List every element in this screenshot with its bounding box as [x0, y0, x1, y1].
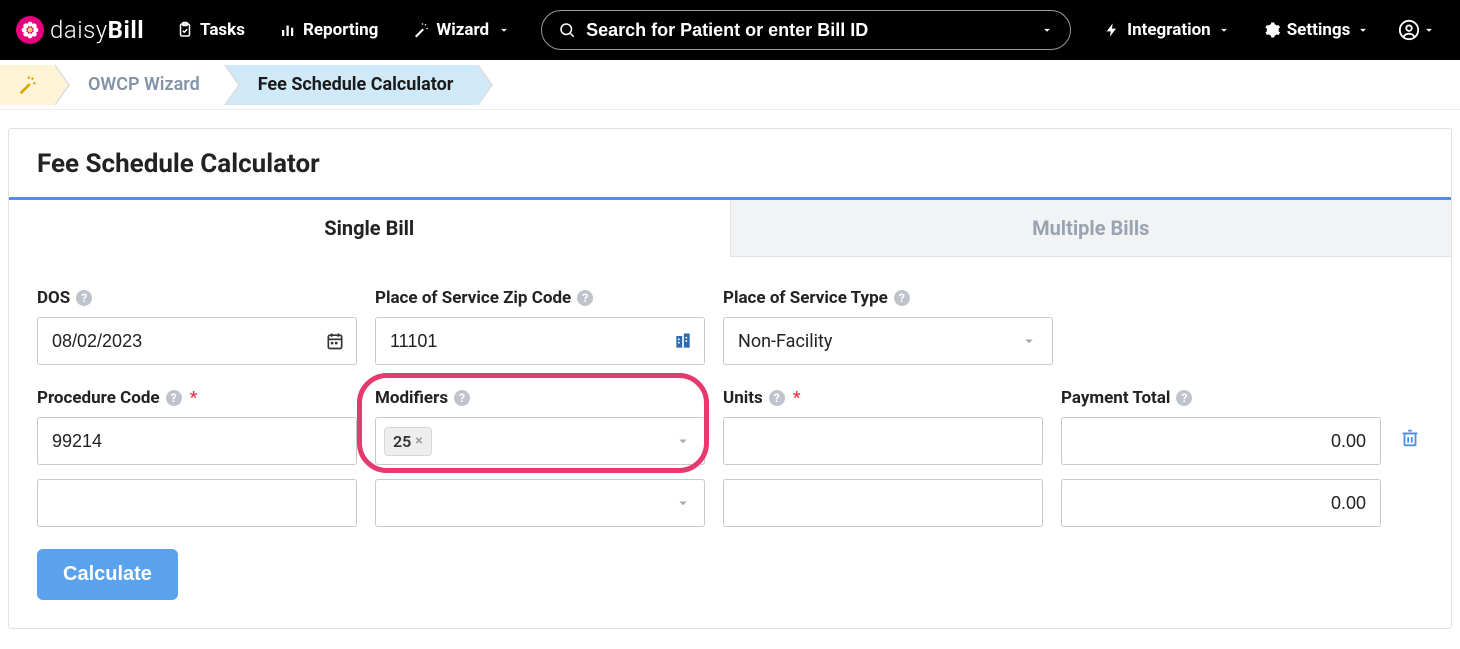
building-icon[interactable]	[673, 331, 693, 351]
chevron-down-icon	[674, 494, 692, 512]
required-mark: *	[190, 388, 198, 408]
nav-tasks-label: Tasks	[200, 20, 245, 40]
chevron-down-icon	[674, 432, 692, 450]
gear-icon	[1263, 21, 1281, 39]
help-icon[interactable]: ?	[577, 290, 593, 306]
units-input[interactable]	[723, 417, 1043, 465]
search-input-wrap[interactable]	[541, 10, 1071, 50]
search-input[interactable]	[586, 20, 1030, 41]
label-modifiers: Modifiers ?	[375, 387, 705, 409]
units-input[interactable]	[723, 479, 1043, 527]
payment-total-input[interactable]	[1061, 417, 1381, 465]
nav-wizard[interactable]: Wizard	[400, 12, 525, 48]
chevron-down-icon	[495, 21, 513, 39]
search-icon	[558, 21, 576, 39]
help-icon[interactable]: ?	[166, 390, 182, 406]
nav-integration[interactable]: Integration	[1091, 12, 1243, 48]
label-dos: DOS ?	[37, 287, 357, 309]
help-icon[interactable]: ?	[454, 390, 470, 406]
breadcrumb-owcp-wizard[interactable]: OWCP Wizard	[54, 65, 224, 105]
nav-reporting-label: Reporting	[303, 20, 378, 40]
procedure-code-input[interactable]	[37, 479, 357, 527]
chevron-down-icon	[1356, 23, 1370, 37]
calendar-icon[interactable]	[325, 331, 345, 351]
procedure-code-input[interactable]	[37, 417, 357, 465]
breadcrumb-fee-calculator[interactable]: Fee Schedule Calculator	[224, 65, 478, 105]
brand-text: daisyBill	[50, 16, 144, 44]
pos-type-value: Non-Facility	[738, 331, 832, 352]
top-nav: daisyBill Tasks Reporting Wizard	[0, 0, 1460, 60]
breadcrumb-wizard-icon[interactable]	[0, 65, 54, 105]
nav-right: Integration Settings	[1091, 12, 1444, 48]
calculate-button[interactable]: Calculate	[37, 549, 178, 600]
chevron-down-icon[interactable]	[1040, 23, 1054, 37]
nav-wizard-label: Wizard	[436, 20, 489, 40]
clipboard-icon	[176, 21, 194, 39]
page-title: Fee Schedule Calculator	[9, 129, 1451, 197]
modifiers-select[interactable]	[375, 479, 705, 527]
label-pos-type: Place of Service Type ?	[723, 287, 1053, 309]
label-payment-total: Payment Total ?	[1061, 387, 1381, 409]
form-area: DOS ? Place of Service Zip Code ?	[9, 257, 1451, 628]
tab-single-bill[interactable]: Single Bill	[9, 200, 730, 257]
breadcrumb: OWCP Wizard Fee Schedule Calculator	[0, 60, 1460, 110]
fee-calculator-card: Fee Schedule Calculator Single Bill Mult…	[8, 128, 1452, 629]
label-units: Units ? *	[723, 387, 1043, 409]
bolt-icon	[1103, 21, 1121, 39]
user-icon	[1398, 19, 1420, 41]
breadcrumb-label: OWCP Wizard	[88, 74, 200, 95]
help-icon[interactable]: ?	[769, 390, 785, 406]
modifier-tag-label: 25	[393, 432, 411, 451]
pos-type-select[interactable]: Non-Facility	[723, 317, 1053, 365]
nav-settings[interactable]: Settings	[1251, 12, 1383, 48]
tab-multiple-bills[interactable]: Multiple Bills	[730, 200, 1452, 257]
tabs: Single Bill Multiple Bills	[9, 197, 1451, 257]
nav-integration-label: Integration	[1127, 20, 1211, 40]
delete-row-button[interactable]	[1399, 427, 1423, 449]
account-menu[interactable]	[1390, 13, 1444, 47]
nav-tasks[interactable]: Tasks	[164, 12, 257, 48]
dos-input[interactable]	[37, 317, 357, 365]
chevron-down-icon	[1217, 23, 1231, 37]
required-mark: *	[793, 388, 801, 408]
brand-logo[interactable]: daisyBill	[16, 16, 154, 44]
chevron-down-icon	[1422, 23, 1436, 37]
remove-tag-icon[interactable]: ×	[415, 433, 422, 449]
wand-icon	[412, 21, 430, 39]
breadcrumb-label: Fee Schedule Calculator	[258, 74, 454, 95]
label-procedure-code: Procedure Code ? *	[37, 387, 357, 409]
help-icon[interactable]: ?	[1176, 390, 1192, 406]
chevron-down-icon	[1020, 332, 1038, 350]
wand-icon	[16, 74, 38, 96]
flower-icon	[16, 16, 44, 44]
help-icon[interactable]: ?	[76, 290, 92, 306]
zip-input[interactable]	[375, 317, 705, 365]
modifier-tag[interactable]: 25 ×	[384, 427, 432, 456]
global-search	[541, 10, 1071, 50]
help-icon[interactable]: ?	[894, 290, 910, 306]
nav-reporting[interactable]: Reporting	[267, 12, 390, 48]
label-zip: Place of Service Zip Code ?	[375, 287, 705, 309]
modifiers-select[interactable]: 25 ×	[375, 417, 705, 465]
payment-total-input[interactable]	[1061, 479, 1381, 527]
chart-bar-icon	[279, 21, 297, 39]
nav-settings-label: Settings	[1287, 20, 1351, 40]
